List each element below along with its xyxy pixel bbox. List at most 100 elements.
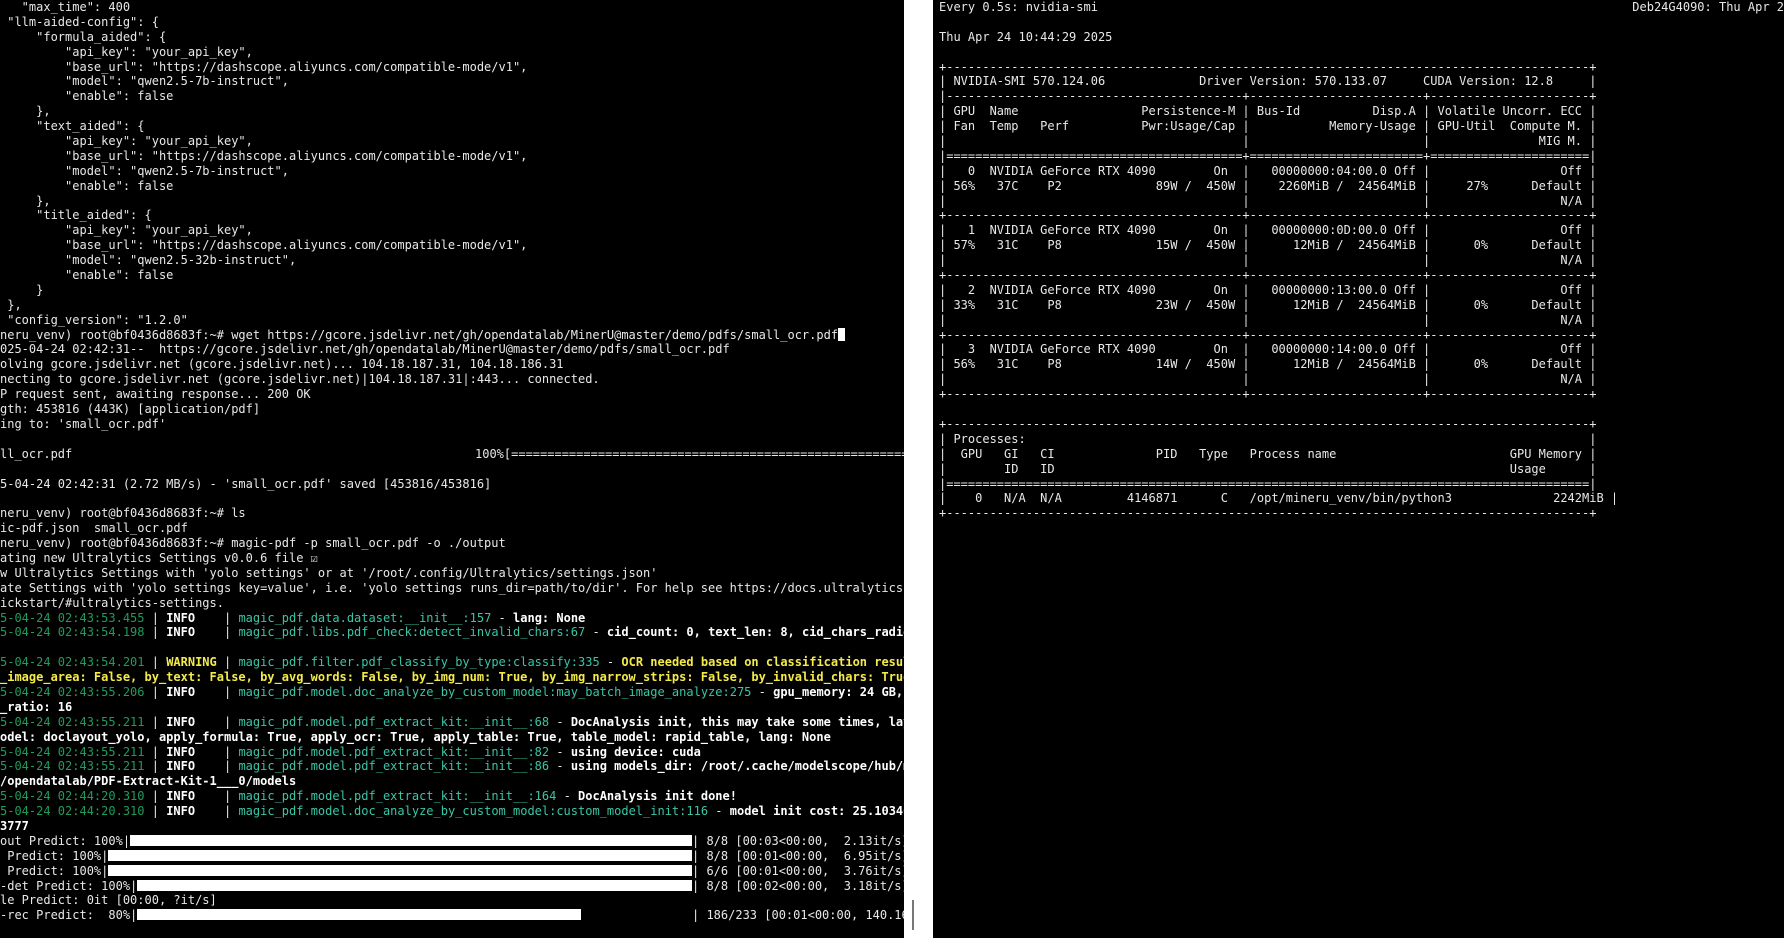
nvidia-smi-line <box>939 45 1618 60</box>
nvidia-smi-line: | 57% 31C P8 15W / 450W | 12MiB / 24564M… <box>939 238 1618 253</box>
log-timestamp: 5-04-24 02:43:55.211 <box>0 759 145 774</box>
line-text: "max_time": 400 <box>0 0 131 14</box>
log-level: INFO <box>166 684 217 699</box>
log-sep: | <box>216 789 239 804</box>
progress-stats: | 8/8 [00:02<00:00, 3.18it/s] <box>692 878 904 893</box>
log-message: model init cost: 25.1034018 <box>729 804 904 819</box>
log-message-cont: /opendatalab/PDF-Extract-Kit-1___0/model… <box>0 774 297 789</box>
nvidia-smi-line: | GPU Name Persistence-M | Bus-Id Disp.A… <box>939 104 1618 119</box>
download-percent: 100%[ <box>475 446 512 461</box>
nvidia-smi-line: +---------------------------------------… <box>939 328 1618 343</box>
log-message: lang: None <box>513 610 586 625</box>
nvidia-smi-line: | 56% 31C P8 14W / 450W | 12MiB / 24564M… <box>939 357 1618 372</box>
pane-divider[interactable] <box>904 0 933 938</box>
line-text: +---------------------------------------… <box>939 268 1597 283</box>
progress-bar-fill <box>137 879 693 891</box>
line-text: | 57% 31C P8 15W / 450W | 12MiB / 24564M… <box>939 238 1597 253</box>
nvidia-smi-line: | ID ID Usage | <box>939 462 1618 477</box>
line-text: "base_url": "https://dashscope.aliyuncs.… <box>0 238 528 253</box>
progress-line: Predict: 100%| | 8/8 [00:01<00:00, 6.95it… <box>0 849 904 864</box>
output-line: necting to gcore.jsdelivr.net (gcore.jsd… <box>0 372 904 387</box>
line-text: | 0 NVIDIA GeForce RTX 4090 On | 0000000… <box>939 163 1597 178</box>
command-text: neru_venv) root@bf0436d8683f:~# ls <box>0 506 246 521</box>
progress-label: Predict: 100%| <box>0 863 109 878</box>
line-text: | Processes: | <box>939 431 1597 446</box>
line-text: +---------------------------------------… <box>939 327 1597 342</box>
right-terminal-pane[interactable]: Every 0.5s: nvidia-smi Thu Apr 24 10:44:2… <box>933 0 1784 938</box>
log-source: magic_pdf.model.pdf_extract_kit:__init__… <box>238 789 557 804</box>
line-text: olving gcore.jsdelivr.net (gcore.jsdeliv… <box>0 357 564 372</box>
config-line: "config_version": "1.2.0" <box>0 313 904 328</box>
log-sep: | <box>216 625 239 640</box>
log-source: magic_pdf.data.dataset:__init__:157 <box>238 610 492 625</box>
log-level: INFO <box>166 744 217 759</box>
progress-bar-track <box>108 849 693 864</box>
progress-line: Predict: 100%| | 6/6 [00:01<00:00, 3.76it… <box>0 864 904 879</box>
nvidia-smi-line: | | | N/A | <box>939 313 1618 328</box>
progress-line: -rec Predict: 80%| | 186/233 [00:01<00:00… <box>0 908 904 923</box>
line-text: "title_aided": { <box>0 208 152 223</box>
left-terminal-pane[interactable]: "max_time": 400 "llm-aided-config": { "f… <box>0 0 904 938</box>
nvidia-smi-line: |=======================================… <box>939 149 1618 164</box>
nvidia-smi-output: Every 0.5s: nvidia-smi Thu Apr 24 10:44:2… <box>939 0 1618 521</box>
line-text: +---------------------------------------… <box>939 506 1597 521</box>
progress-stats: | 6/6 [00:01<00:00, 3.76it/s] <box>692 863 904 878</box>
log-timestamp: 5-04-24 02:43:54.201 <box>0 655 145 670</box>
line-text: | Fan Temp Perf Pwr:Usage/Cap | Memory-U… <box>939 119 1597 134</box>
progress-label: -det Predict: 100%| <box>0 878 138 893</box>
watch-command: Every 0.5s: nvidia-smi <box>939 0 1098 14</box>
log-sep: | <box>216 684 239 699</box>
config-line: "text_aided": { <box>0 119 904 134</box>
log-sep: | <box>144 804 167 819</box>
log-message-cont <box>0 640 7 654</box>
log-message: DocAnalysis init, this may take some tim… <box>570 714 904 729</box>
progress-bar-track <box>130 834 693 849</box>
progress-line: -det Predict: 100%| | 8/8 [00:02<00:00, 3… <box>0 879 904 894</box>
config-line: "enable": false <box>0 268 904 283</box>
command-text: neru_venv) root@bf0436d8683f:~# magic-pd… <box>0 536 506 551</box>
timestamp-line: Thu Apr 24 10:44:29 2025 <box>939 30 1618 45</box>
line-text: "api_key": "your_api_key", <box>0 223 253 238</box>
log-message: DocAnalysis init done! <box>578 789 737 804</box>
log-sep: | <box>216 759 239 774</box>
log-line: 5-04-24 02:44:20.310 | INFO | magic_pdf.… <box>0 804 904 819</box>
log-source: magic_pdf.model.pdf_extract_kit:__init__… <box>238 714 550 729</box>
log-continuation: _ratio: 16 <box>0 700 904 715</box>
log-sep: - <box>599 655 622 670</box>
line-text: | | | N/A | <box>939 193 1597 208</box>
line-text: | GPU GI CI PID Type Process name GPU Me… <box>939 446 1597 461</box>
line-text: ate Settings with 'yolo settings key=val… <box>0 580 904 595</box>
log-sep: - <box>751 684 774 699</box>
config-line: }, <box>0 298 904 313</box>
progress-stats: | 8/8 [00:01<00:00, 6.95it/s] <box>692 848 904 863</box>
log-sep: | <box>144 744 167 759</box>
log-level: INFO <box>166 759 217 774</box>
line-text: "model": "qwen2.5-32b-instruct", <box>0 253 297 268</box>
log-continuation: 3777 <box>0 819 904 834</box>
log-message-cont: _image_area: False, by_text: False, by_a… <box>0 670 904 685</box>
nvidia-smi-line: | GPU GI CI PID Type Process name GPU Me… <box>939 447 1618 462</box>
line-text: | 56% 31C P8 14W / 450W | 12MiB / 24564M… <box>939 357 1597 372</box>
config-line: "model": "qwen2.5-7b-instruct", <box>0 74 904 89</box>
line-text: "api_key": "your_api_key", <box>0 134 253 149</box>
progress-bar-track <box>108 864 693 879</box>
log-message: using device: cuda <box>570 744 701 759</box>
line-text: P request sent, awaiting response... 200… <box>0 387 311 402</box>
nvidia-smi-line: | 0 NVIDIA GeForce RTX 4090 On | 0000000… <box>939 164 1618 179</box>
line-text: ating new Ultralytics Settings v0.0.6 fi… <box>0 550 318 565</box>
log-sep: | <box>216 804 239 819</box>
progress-bar-fill <box>137 909 582 921</box>
line-text: "model": "qwen2.5-7b-instruct", <box>0 163 289 178</box>
log-sep: - <box>549 744 571 759</box>
divider-handle[interactable] <box>912 900 914 930</box>
log-level: INFO <box>166 625 217 640</box>
output-line: ic-pdf.json small_ocr.pdf <box>0 521 904 536</box>
watch-header-line: Every 0.5s: nvidia-smi <box>939 0 1618 15</box>
nvidia-smi-line: | 2 NVIDIA GeForce RTX 4090 On | 0000000… <box>939 283 1618 298</box>
line-text: | ID ID Usage | <box>939 461 1597 476</box>
nvidia-smi-line: | | | N/A | <box>939 194 1618 209</box>
log-source: magic_pdf.filter.pdf_classify_by_type:cl… <box>238 655 600 670</box>
config-line: }, <box>0 194 904 209</box>
output-line: ating new Ultralytics Settings v0.0.6 fi… <box>0 551 904 566</box>
line-text: "text_aided": { <box>0 119 145 134</box>
